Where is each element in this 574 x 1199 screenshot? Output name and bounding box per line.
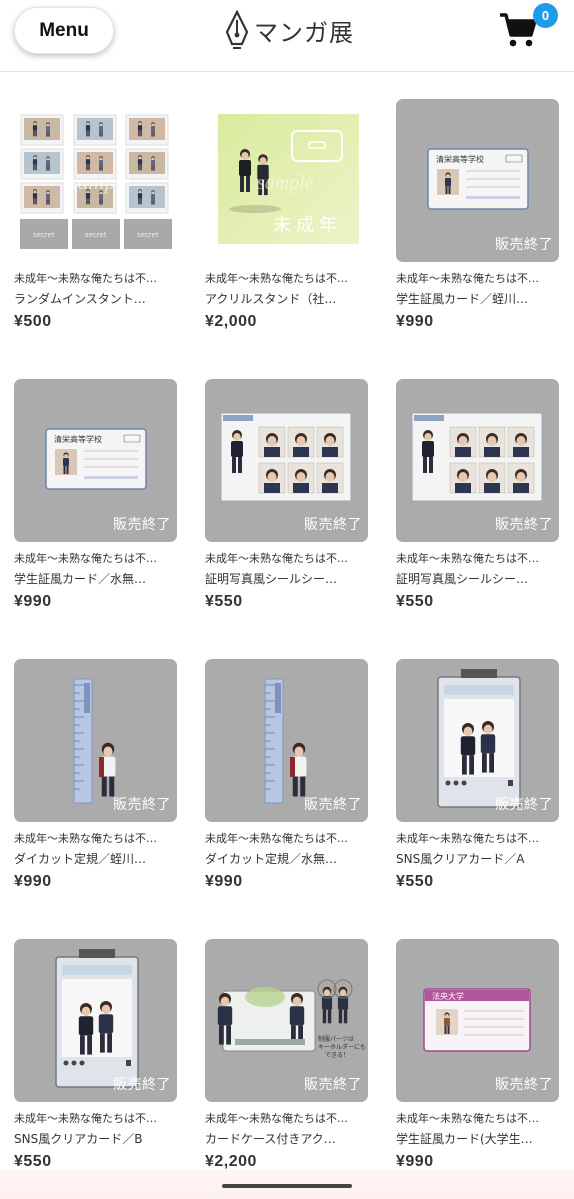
product-image[interactable]: 未成年 sample	[205, 99, 368, 262]
svg-text:sample: sample	[257, 172, 314, 194]
product-card[interactable]: 販売終了未成年～未熟な俺たちは不… ダイカット定規／水無… ¥990	[205, 659, 368, 939]
product-card[interactable]: 法央大学 販売終了未成年～未熟な俺たちは不… 学生証風カード(大学生… ¥990	[396, 939, 559, 1199]
svg-text:キーホルダーにも: キーホルダーにも	[318, 1043, 366, 1051]
product-name[interactable]: 学生証風カード／蛭川…	[396, 291, 556, 307]
product-card[interactable]: 販売終了未成年～未熟な俺たちは不… ダイカット定規／蛭川… ¥990	[14, 659, 177, 939]
product-series: 未成年～未熟な俺たちは不…	[14, 552, 157, 565]
product-card[interactable]: 販売終了未成年～未熟な俺たちは不… 証明写真風シールシー… ¥550	[396, 379, 559, 659]
product-price: ¥990	[205, 873, 243, 890]
sold-out-label: 販売終了	[495, 797, 553, 813]
product-name[interactable]: 学生証風カード(大学生…	[396, 1131, 556, 1147]
svg-text:清栄高等学校: 清栄高等学校	[436, 154, 484, 164]
product-series: 未成年～未熟な俺たちは不…	[14, 832, 157, 845]
product-name[interactable]: カードケース付きアク…	[205, 1131, 365, 1147]
product-name[interactable]: 証明写真風シールシー…	[205, 571, 365, 587]
site-logo[interactable]: マンガ展	[224, 8, 354, 52]
sold-out-label: 販売終了	[495, 237, 553, 253]
product-image[interactable]: 制服パーツは キーホルダーにも できる！ 販売終了	[205, 939, 368, 1102]
product-series: 未成年～未熟な俺たちは不…	[396, 272, 539, 285]
product-card[interactable]: sample secret secret secret 未成年～未熟な俺たちは不… ランダ…	[14, 99, 177, 379]
product-illustration: 未成年 sample	[218, 114, 359, 244]
product-name[interactable]: 証明写真風シールシー…	[396, 571, 556, 587]
sold-out-label: 販売終了	[495, 517, 553, 533]
product-name[interactable]: SNS風クリアカード／A	[396, 851, 556, 867]
sold-out-label: 販売終了	[304, 1077, 362, 1093]
svg-text:sample: sample	[69, 169, 132, 194]
product-price: ¥990	[14, 593, 52, 610]
sold-out-label: 販売終了	[304, 517, 362, 533]
product-price: ¥990	[396, 313, 434, 330]
product-series: 未成年～未熟な俺たちは不…	[14, 272, 157, 285]
product-image[interactable]: sample secret secret secret	[14, 99, 177, 262]
cart-count-badge: 0	[533, 3, 558, 28]
svg-text:secret: secret	[85, 231, 107, 239]
product-price: ¥500	[14, 313, 52, 330]
sold-out-label: 販売終了	[113, 797, 171, 813]
svg-text:清栄高等学校: 清栄高等学校	[54, 434, 102, 444]
sold-out-label: 販売終了	[304, 797, 362, 813]
product-card[interactable]: 清栄高等学校 販売終了未成年～未熟な俺たちは不… 学生証風カード／蛭川… ¥990	[396, 99, 559, 379]
cart-icon[interactable]	[498, 12, 538, 48]
product-series: 未成年～未熟な俺たちは不…	[205, 832, 348, 845]
product-image[interactable]: 販売終了	[396, 379, 559, 542]
product-image[interactable]: 法央大学 販売終了	[396, 939, 559, 1102]
product-image[interactable]: 販売終了	[14, 939, 177, 1102]
product-price: ¥550	[14, 1153, 52, 1170]
product-card[interactable]: 清栄高等学校 販売終了未成年～未熟な俺たちは不… 学生証風カード／水無… ¥990	[14, 379, 177, 659]
product-illustration: sample secret secret secret	[20, 114, 172, 249]
sold-out-label: 販売終了	[495, 1077, 553, 1093]
product-name[interactable]: ダイカット定規／蛭川…	[14, 851, 174, 867]
svg-text:できる！: できる！	[325, 1052, 349, 1059]
product-series: 未成年～未熟な俺たちは不…	[205, 1112, 348, 1125]
svg-text:secret: secret	[33, 231, 55, 239]
app-header: Menu マンガ展 0	[0, 0, 574, 72]
svg-text:法央大学: 法央大学	[432, 991, 464, 1001]
product-name[interactable]: アクリルスタンド（社…	[205, 291, 365, 307]
sold-out-label: 販売終了	[113, 1077, 171, 1093]
product-price: ¥2,000	[205, 313, 257, 330]
product-series: 未成年～未熟な俺たちは不…	[396, 1112, 539, 1125]
product-card[interactable]: 販売終了未成年～未熟な俺たちは不… 証明写真風シールシー… ¥550	[205, 379, 368, 659]
home-indicator[interactable]	[222, 1184, 352, 1188]
product-series: 未成年～未熟な俺たちは不…	[396, 832, 539, 845]
sold-out-label: 販売終了	[113, 517, 171, 533]
logo-text: マンガ展	[254, 18, 354, 47]
menu-button[interactable]: Menu	[14, 7, 114, 54]
product-image[interactable]: 販売終了	[396, 659, 559, 822]
product-name[interactable]: ランダムインスタント…	[14, 291, 174, 307]
product-image[interactable]: 販売終了	[205, 659, 368, 822]
product-price: ¥990	[396, 1153, 434, 1170]
product-image[interactable]: 販売終了	[205, 379, 368, 542]
product-series: 未成年～未熟な俺たちは不…	[14, 1112, 157, 1125]
product-grid: sample secret secret secret 未成年～未熟な俺たちは不… ランダ…	[14, 99, 560, 1199]
product-image[interactable]: 清栄高等学校 販売終了	[14, 379, 177, 542]
product-price: ¥2,200	[205, 1153, 257, 1170]
product-card[interactable]: 販売終了未成年～未熟な俺たちは不… SNS風クリアカード／B ¥550	[14, 939, 177, 1199]
product-name[interactable]: ダイカット定規／水無…	[205, 851, 365, 867]
product-card[interactable]: 未成年 sample 未成年～未熟な俺たちは不… アクリルスタンド（社… ¥2,000	[205, 99, 368, 379]
product-series: 未成年～未熟な俺たちは不…	[205, 272, 348, 285]
product-name[interactable]: 学生証風カード／水無…	[14, 571, 174, 587]
product-price: ¥550	[396, 593, 434, 610]
pen-nib-logo-icon	[225, 10, 249, 49]
product-card[interactable]: 制服パーツは キーホルダーにも できる！ 販売終了未成年～未熟な俺たちは不… カード…	[205, 939, 368, 1199]
svg-text:未成年: 未成年	[273, 215, 342, 236]
svg-text:secret: secret	[137, 231, 159, 239]
product-image[interactable]: 販売終了	[14, 659, 177, 822]
product-name[interactable]: SNS風クリアカード／B	[14, 1131, 174, 1147]
product-image[interactable]: 清栄高等学校 販売終了	[396, 99, 559, 262]
product-series: 未成年～未熟な俺たちは不…	[205, 552, 348, 565]
product-price: ¥550	[205, 593, 243, 610]
svg-text:制服パーツは: 制服パーツは	[318, 1035, 354, 1043]
product-card[interactable]: 販売終了未成年～未熟な俺たちは不… SNS風クリアカード／A ¥550	[396, 659, 559, 939]
product-price: ¥550	[396, 873, 434, 890]
product-price: ¥990	[14, 873, 52, 890]
product-series: 未成年～未熟な俺たちは不…	[396, 552, 539, 565]
